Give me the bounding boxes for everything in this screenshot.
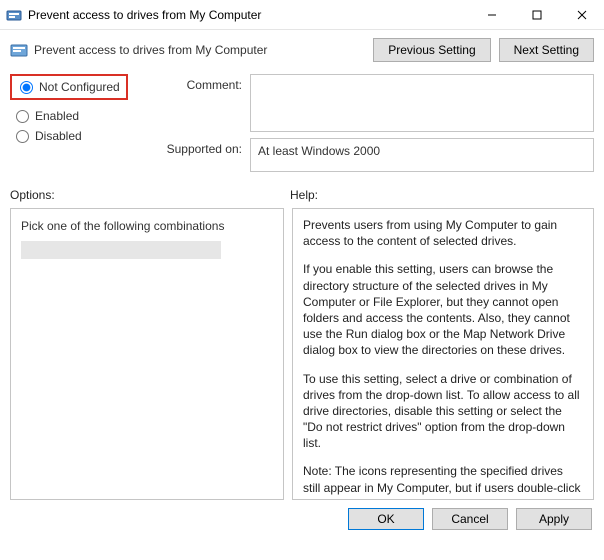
next-setting-button[interactable]: Next Setting — [499, 38, 594, 62]
help-paragraph: Note: The icons representing the specifi… — [303, 463, 583, 500]
previous-setting-button[interactable]: Previous Setting — [373, 38, 490, 62]
window-title: Prevent access to drives from My Compute… — [28, 8, 469, 22]
radio-not-configured-label: Not Configured — [39, 80, 120, 94]
help-paragraph: To use this setting, select a drive or c… — [303, 371, 583, 452]
title-bar: Prevent access to drives from My Compute… — [0, 0, 604, 30]
radio-disabled-input[interactable] — [16, 130, 29, 143]
radio-disabled-label: Disabled — [35, 129, 82, 143]
policy-icon — [10, 41, 28, 59]
header-row: Prevent access to drives from My Compute… — [0, 30, 604, 68]
radio-disabled[interactable]: Disabled — [10, 126, 150, 146]
radio-not-configured[interactable]: Not Configured — [14, 77, 124, 97]
close-button[interactable] — [559, 0, 604, 29]
comment-textarea[interactable] — [250, 74, 594, 132]
radio-enabled[interactable]: Enabled — [10, 106, 150, 126]
drive-combo[interactable] — [21, 241, 221, 259]
radio-enabled-label: Enabled — [35, 109, 79, 123]
ok-button[interactable]: OK — [348, 508, 424, 530]
help-heading: Help: — [290, 188, 594, 202]
apply-button[interactable]: Apply — [516, 508, 592, 530]
help-paragraph: Prevents users from using My Computer to… — [303, 217, 583, 249]
maximize-button[interactable] — [514, 0, 559, 29]
radio-enabled-input[interactable] — [16, 110, 29, 123]
options-prompt: Pick one of the following combinations — [21, 219, 273, 233]
options-heading: Options: — [10, 188, 290, 202]
app-icon — [6, 7, 22, 23]
dialog-footer: OK Cancel Apply — [0, 500, 604, 538]
help-panel[interactable]: Prevents users from using My Computer to… — [292, 208, 594, 500]
comment-label: Comment: — [160, 74, 242, 92]
minimize-button[interactable] — [469, 0, 514, 29]
supported-on-label: Supported on: — [160, 138, 242, 156]
options-panel: Pick one of the following combinations — [10, 208, 284, 500]
policy-title: Prevent access to drives from My Compute… — [34, 43, 373, 57]
radio-not-configured-input[interactable] — [20, 81, 33, 94]
supported-on-text: At least Windows 2000 — [250, 138, 594, 172]
cancel-button[interactable]: Cancel — [432, 508, 508, 530]
help-paragraph: If you enable this setting, users can br… — [303, 261, 583, 358]
